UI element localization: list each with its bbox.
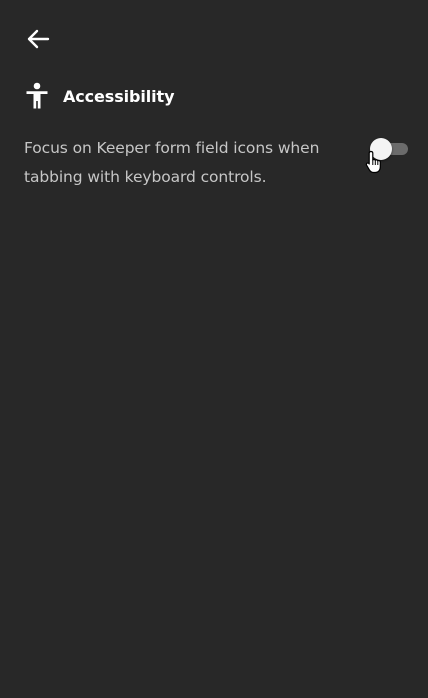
back-button[interactable] bbox=[24, 26, 52, 52]
focus-icons-toggle[interactable] bbox=[370, 138, 408, 160]
setting-row-keyboard-focus: Focus on Keeper form field icons when ta… bbox=[24, 134, 414, 192]
accessibility-person-icon bbox=[24, 82, 50, 110]
section-title: Accessibility bbox=[63, 86, 175, 106]
arrow-left-icon bbox=[27, 29, 50, 49]
toggle-knob bbox=[370, 138, 392, 160]
section-header: Accessibility bbox=[24, 82, 175, 110]
setting-description: Focus on Keeper form field icons when ta… bbox=[24, 139, 320, 186]
